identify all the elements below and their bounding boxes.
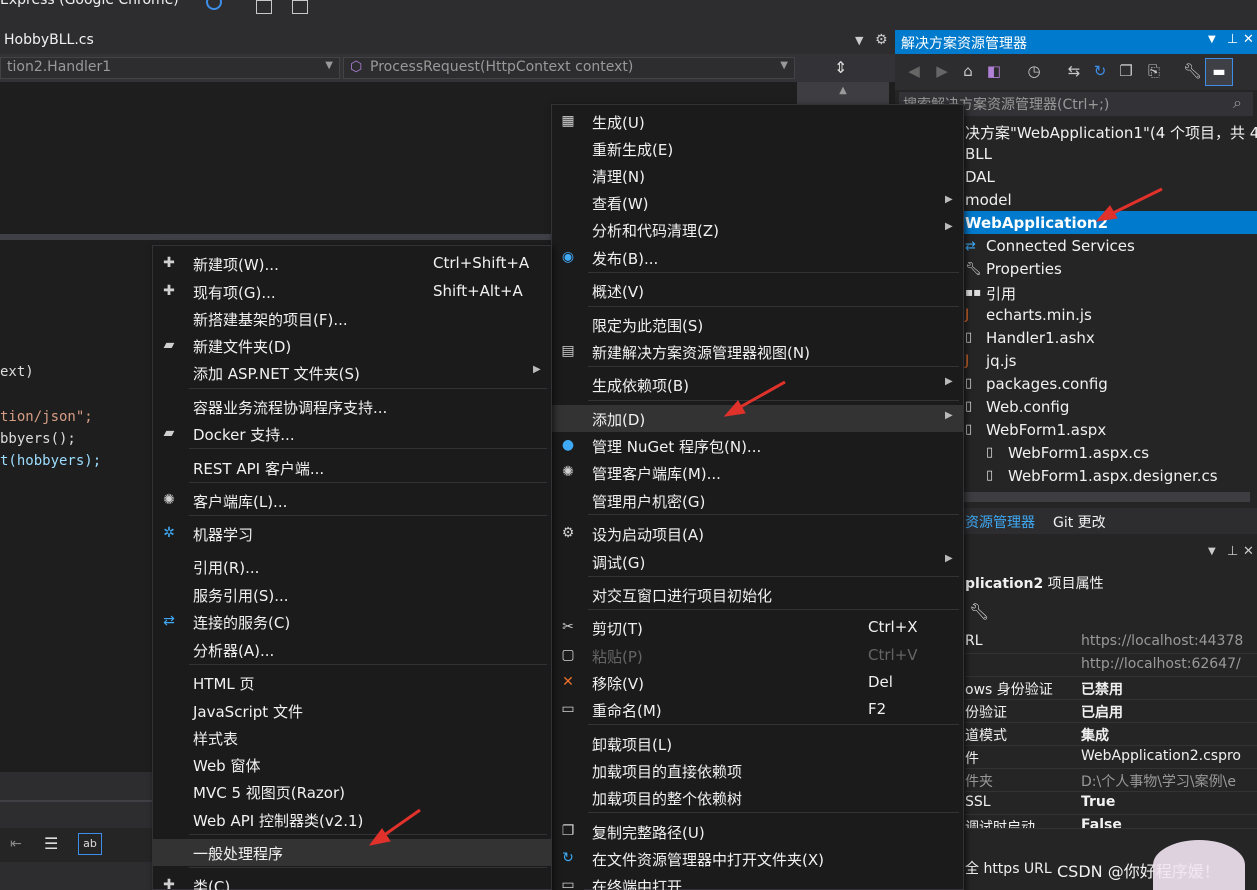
arrow-to-add [734, 380, 786, 412]
arrowhead [723, 400, 746, 417]
arrowhead [1095, 205, 1118, 222]
arrow-to-generic-handler [379, 808, 421, 840]
arrow-to-webapplication2 [1106, 187, 1163, 218]
annotation-arrows [368, 187, 1163, 846]
